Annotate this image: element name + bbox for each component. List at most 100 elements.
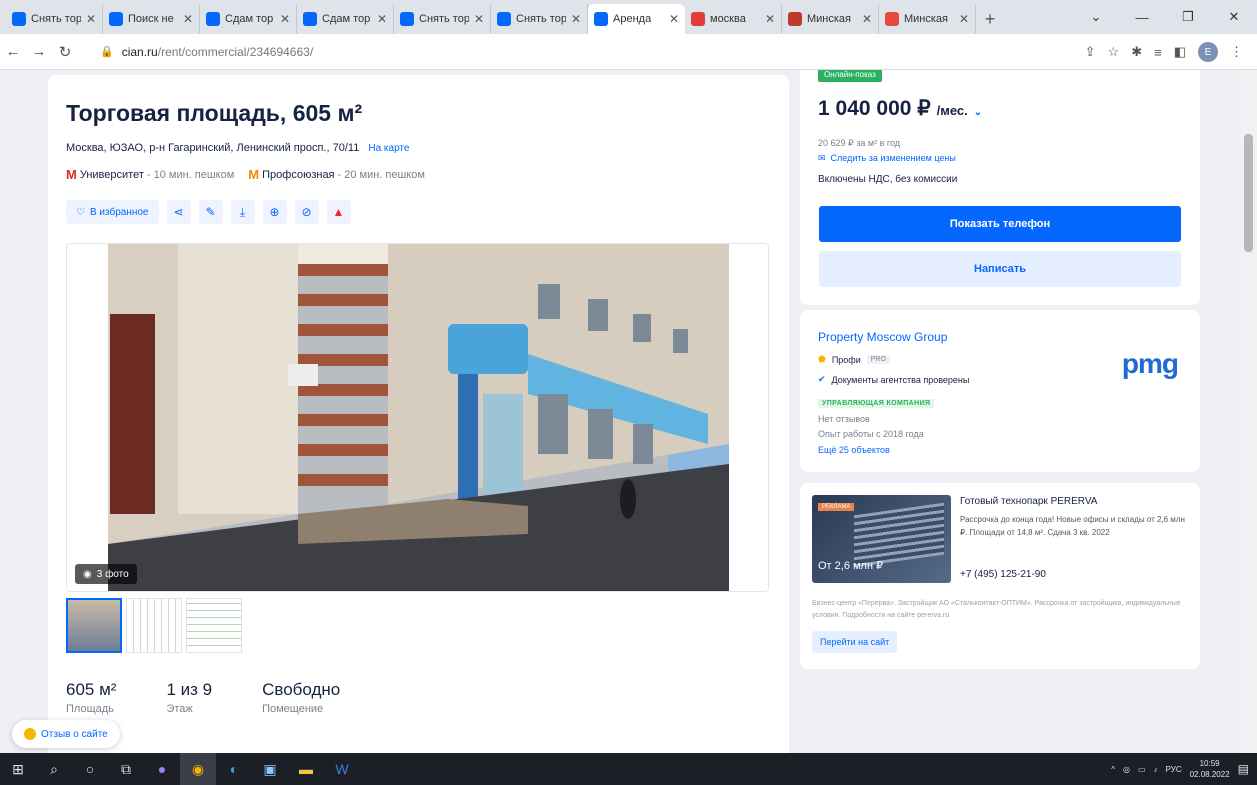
chevron-up-icon[interactable]: ^	[1111, 765, 1115, 774]
fact-floor: 1 из 9 Этаж	[166, 680, 212, 715]
close-window-button[interactable]: ✕	[1211, 0, 1257, 34]
language-indicator[interactable]: РУС	[1166, 765, 1182, 774]
url-field[interactable]: 🔒 cian.ru/rent/commercial/234694663/	[88, 39, 1088, 65]
floor-plan-thumbnail[interactable]	[186, 598, 242, 653]
edge-icon[interactable]: ◐	[216, 753, 252, 785]
photo-thumbnail[interactable]	[66, 598, 122, 653]
clock[interactable]: 10:59 02.08.2022	[1190, 758, 1230, 780]
url-path: /rent/commercial/234694663/	[157, 44, 314, 59]
hide-button[interactable]: ⊘	[294, 200, 319, 224]
close-tab-icon[interactable]: ✕	[765, 12, 775, 26]
close-tab-icon[interactable]: ✕	[86, 12, 96, 26]
share-icon[interactable]: ⇪	[1085, 44, 1096, 60]
task-view-icon[interactable]: ⧉	[108, 753, 144, 785]
ad-phone[interactable]: +7 (495) 125-21-90	[960, 569, 1046, 580]
browser-tab[interactable]: Снять тор ✕	[491, 4, 588, 34]
download-button[interactable]: ⤓	[230, 200, 255, 224]
close-tab-icon[interactable]: ✕	[377, 12, 387, 26]
battery-icon[interactable]: ▭	[1138, 765, 1146, 774]
close-tab-icon[interactable]: ✕	[959, 12, 969, 26]
store-icon[interactable]: ▣	[252, 753, 288, 785]
notifications-icon[interactable]: ▤	[1238, 762, 1249, 776]
close-tab-icon[interactable]: ✕	[571, 12, 581, 26]
agent-verified-label: Документы агентства проверены	[831, 374, 970, 385]
address-text: Москва, ЮЗАО, р-н Гагаринский, Ленинский…	[66, 142, 360, 154]
track-price-link[interactable]: ✉ Следить за изменением цены	[818, 153, 956, 164]
network-icon[interactable]: ◎	[1123, 765, 1130, 774]
file-explorer-icon[interactable]: ▬	[288, 753, 324, 785]
bookmark-star-icon[interactable]: ☆	[1108, 44, 1120, 60]
browser-tab[interactable]: Минская ✕	[782, 4, 879, 34]
metro-item[interactable]: М Университет - 10 мин. пешком	[66, 167, 234, 182]
windows-start-icon[interactable]: ⊞	[0, 753, 36, 785]
write-message-button[interactable]: Написать	[819, 251, 1181, 287]
browser-tab[interactable]: москва ✕	[685, 4, 782, 34]
app-icon[interactable]: ●	[144, 753, 180, 785]
lock-icon: 🔒	[100, 46, 114, 58]
browser-tab[interactable]: Аренда ✕	[588, 4, 685, 34]
word-icon[interactable]: W	[324, 753, 360, 785]
browser-tab[interactable]: Минская ✕	[879, 4, 976, 34]
agent-logo[interactable]: pmg	[1122, 348, 1179, 380]
share-button[interactable]: ⋖	[166, 200, 191, 224]
sidepanel-icon[interactable]: ◧	[1174, 44, 1186, 60]
restore-button[interactable]: ❐	[1165, 0, 1211, 34]
new-tab-icon[interactable]: +	[976, 4, 1004, 34]
mail-icon: ✉	[818, 153, 826, 163]
listing-actions: ♡ В избранное ⋖ ✎ ⤓ ⊕ ⊘ ▲	[66, 200, 351, 224]
chrome-icon[interactable]: ◉	[180, 753, 216, 785]
feedback-button[interactable]: Отзыв о сайте	[12, 720, 120, 748]
photo-count-badge[interactable]: ◉ 3 фото	[75, 564, 137, 584]
print-button[interactable]: ⊕	[262, 200, 287, 224]
close-tab-icon[interactable]: ✕	[474, 12, 484, 26]
favorite-button[interactable]: ♡ В избранное	[66, 200, 159, 224]
metro-name: Профсоюзная	[262, 168, 335, 181]
ad-image[interactable]: РЕКЛАМА От 2,6 млн ₽	[812, 495, 951, 583]
eye-off-icon: ⊘	[301, 205, 312, 219]
search-icon[interactable]: ⌕	[36, 753, 72, 785]
close-tab-icon[interactable]: ✕	[183, 12, 193, 26]
ad-title[interactable]: Готовый технопарк PERERVA	[960, 496, 1097, 507]
photo-gallery[interactable]: ◉ 3 фото	[66, 243, 769, 592]
tab-search-icon[interactable]: ⌄	[1073, 0, 1119, 34]
show-phone-button[interactable]: Показать телефон	[819, 206, 1181, 242]
back-button[interactable]: ←	[0, 43, 26, 60]
profile-avatar[interactable]: E	[1198, 42, 1218, 62]
chevron-down-icon[interactable]: ⌄	[974, 107, 982, 118]
agent-more-link[interactable]: Ещё 25 объектов	[818, 445, 890, 455]
agent-card: Property Moscow Group ⬟ Профи PRO ✔ Доку…	[800, 310, 1200, 472]
browser-tab[interactable]: Снять тор ✕	[6, 4, 103, 34]
agent-name[interactable]: Property Moscow Group	[818, 330, 947, 344]
extensions-icon[interactable]: ✱	[1131, 44, 1142, 60]
reload-button[interactable]: ↻	[52, 43, 78, 61]
report-button[interactable]: ▲	[326, 200, 351, 224]
close-tab-icon[interactable]: ✕	[669, 12, 679, 26]
close-tab-icon[interactable]: ✕	[862, 12, 872, 26]
pro-badge: PRO	[866, 355, 890, 364]
volume-icon[interactable]: ♪	[1154, 765, 1158, 774]
scrollbar-thumb[interactable]	[1244, 134, 1253, 252]
metro-list: М Университет - 10 мин. пешком М Профсою…	[66, 167, 425, 182]
page-scrollbar[interactable]	[1240, 70, 1257, 753]
browser-tab[interactable]: Поиск не ✕	[103, 4, 200, 34]
edit-button[interactable]: ✎	[198, 200, 223, 224]
minimize-button[interactable]: —	[1119, 0, 1165, 34]
ad-card: РЕКЛАМА От 2,6 млн ₽ Готовый технопарк P…	[800, 483, 1200, 669]
browser-tab[interactable]: Сдам тор ✕	[200, 4, 297, 34]
ad-visit-button[interactable]: Перейти на сайт	[812, 631, 898, 653]
browser-tab[interactable]: Сдам тор ✕	[297, 4, 394, 34]
metro-item[interactable]: М Профсоюзная - 20 мин. пешком	[248, 167, 425, 182]
close-tab-icon[interactable]: ✕	[280, 12, 290, 26]
menu-dots-icon[interactable]: ⋮	[1230, 44, 1243, 60]
forward-button[interactable]: →	[26, 43, 52, 60]
system-tray: ^ ◎ ▭ ♪ РУС 10:59 02.08.2022 ▤	[1111, 753, 1249, 785]
reading-list-icon[interactable]: ≡	[1154, 45, 1162, 60]
floor-plan-thumbnail[interactable]	[126, 598, 182, 653]
tab-title: Снять тор	[31, 13, 81, 25]
agent-reviews: Нет отзывов	[818, 414, 870, 424]
listing-facts: 605 м² Площадь 1 из 9 Этаж Свободно Поме…	[66, 680, 340, 715]
cortana-icon[interactable]: ○	[72, 753, 108, 785]
browser-tab[interactable]: Снять тор ✕	[394, 4, 491, 34]
on-map-link[interactable]: На карте	[368, 143, 409, 154]
tab-title: Снять тор	[516, 13, 566, 25]
